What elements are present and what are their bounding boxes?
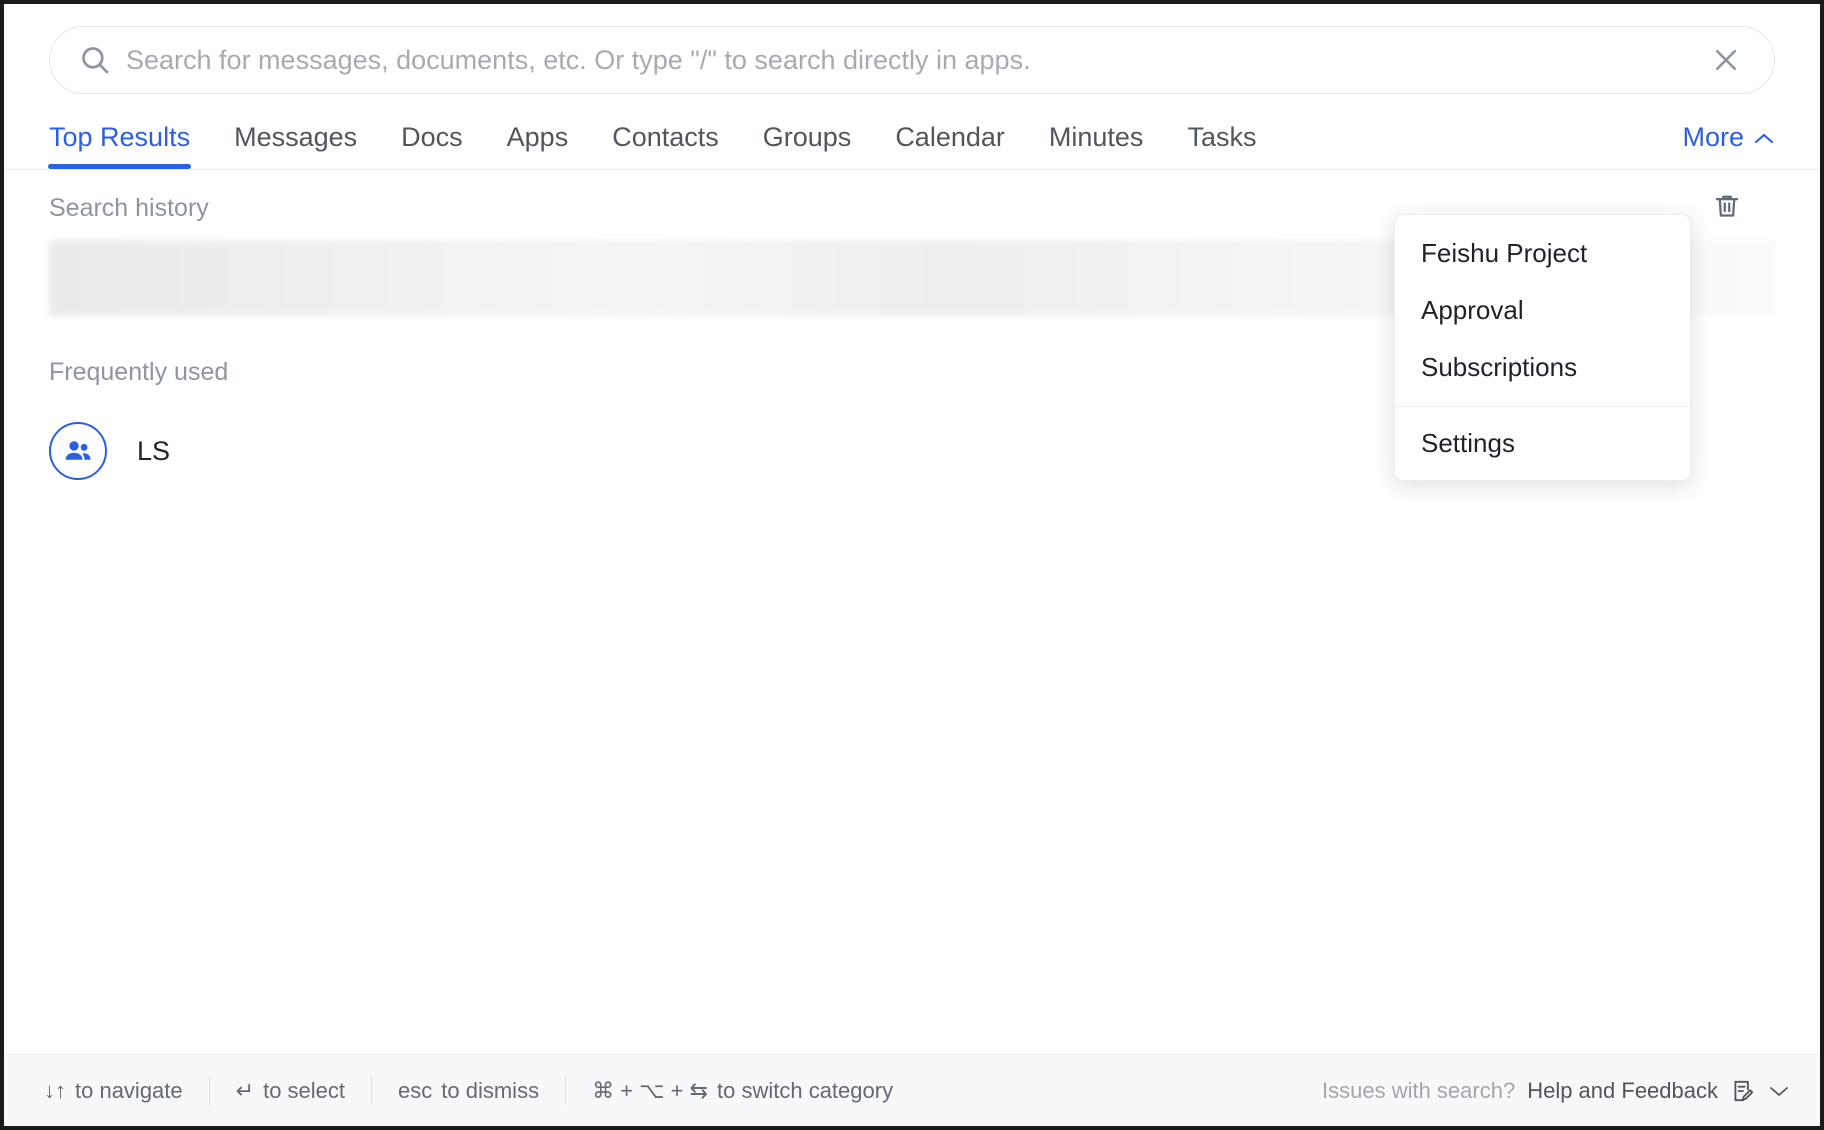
hint-dismiss-label: to dismiss bbox=[441, 1077, 540, 1103]
footer-help-area: Issues with search? Help and Feedback bbox=[1322, 1078, 1790, 1104]
search-history-title: Search history bbox=[49, 193, 209, 222]
tab-more-label: More bbox=[1682, 122, 1744, 152]
menu-divider bbox=[1395, 406, 1690, 407]
issues-with-search-label: Issues with search? bbox=[1322, 1077, 1516, 1103]
hint-select-label: to select bbox=[263, 1077, 346, 1103]
tab-apps[interactable]: Apps bbox=[507, 124, 569, 169]
tab-contacts[interactable]: Contacts bbox=[612, 124, 719, 169]
search-input[interactable] bbox=[126, 44, 1706, 76]
menu-item-approval[interactable]: Approval bbox=[1395, 282, 1690, 339]
trash-icon bbox=[1712, 191, 1742, 226]
tab-minutes[interactable]: Minutes bbox=[1049, 124, 1144, 169]
tab-groups[interactable]: Groups bbox=[763, 124, 852, 169]
search-bar-container bbox=[4, 4, 1820, 94]
tab-docs[interactable]: Docs bbox=[401, 124, 463, 169]
command-option-tab-keys-icon: ⌘ + ⌥ + ⇆ bbox=[592, 1077, 708, 1103]
list-item[interactable]: LS bbox=[49, 415, 349, 487]
hint-switch-category: ⌘ + ⌥ + ⇆ to switch category bbox=[566, 1078, 919, 1104]
hint-dismiss: esc to dismiss bbox=[372, 1078, 565, 1104]
hint-switch-category-label: to switch category bbox=[717, 1077, 894, 1103]
tab-more-button[interactable]: More bbox=[1682, 124, 1775, 169]
tab-calendar[interactable]: Calendar bbox=[895, 124, 1005, 169]
help-and-feedback-button[interactable]: Help and Feedback bbox=[1527, 1078, 1718, 1104]
keyboard-hints: ↓↑ to navigate ↵ to select esc to dismis… bbox=[44, 1076, 919, 1105]
people-group-icon bbox=[49, 422, 107, 480]
clear-history-button[interactable] bbox=[1703, 184, 1751, 232]
menu-item-feishu-project[interactable]: Feishu Project bbox=[1395, 225, 1690, 282]
search-icon bbox=[78, 43, 112, 77]
tab-tasks[interactable]: Tasks bbox=[1187, 124, 1256, 169]
list-item-label: LS bbox=[137, 435, 171, 466]
menu-item-settings[interactable]: Settings bbox=[1395, 415, 1690, 472]
category-tabs: Top Results Messages Docs Apps Contacts … bbox=[4, 94, 1820, 170]
app-window: Top Results Messages Docs Apps Contacts … bbox=[0, 0, 1824, 1130]
arrow-keys-icon: ↓↑ bbox=[44, 1077, 66, 1103]
enter-key-icon: ↵ bbox=[235, 1077, 255, 1103]
tab-messages[interactable]: Messages bbox=[234, 124, 357, 169]
search-bar[interactable] bbox=[49, 26, 1775, 94]
more-dropdown-menu: Feishu Project Approval Subscriptions Se… bbox=[1394, 214, 1691, 481]
document-edit-icon[interactable] bbox=[1730, 1078, 1756, 1104]
menu-item-subscriptions[interactable]: Subscriptions bbox=[1395, 339, 1690, 396]
esc-key-label: esc bbox=[398, 1077, 433, 1103]
footer-bar: ↓↑ to navigate ↵ to select esc to dismis… bbox=[4, 1054, 1820, 1126]
close-icon[interactable] bbox=[1706, 40, 1746, 80]
chevron-down-icon[interactable] bbox=[1768, 1084, 1790, 1098]
chevron-up-icon bbox=[1753, 124, 1775, 151]
hint-navigate-label: to navigate bbox=[75, 1077, 183, 1103]
search-panel: Top Results Messages Docs Apps Contacts … bbox=[4, 4, 1820, 1126]
hint-select: ↵ to select bbox=[210, 1078, 371, 1104]
tab-top-results[interactable]: Top Results bbox=[47, 124, 192, 169]
hint-navigate: ↓↑ to navigate bbox=[44, 1078, 209, 1104]
